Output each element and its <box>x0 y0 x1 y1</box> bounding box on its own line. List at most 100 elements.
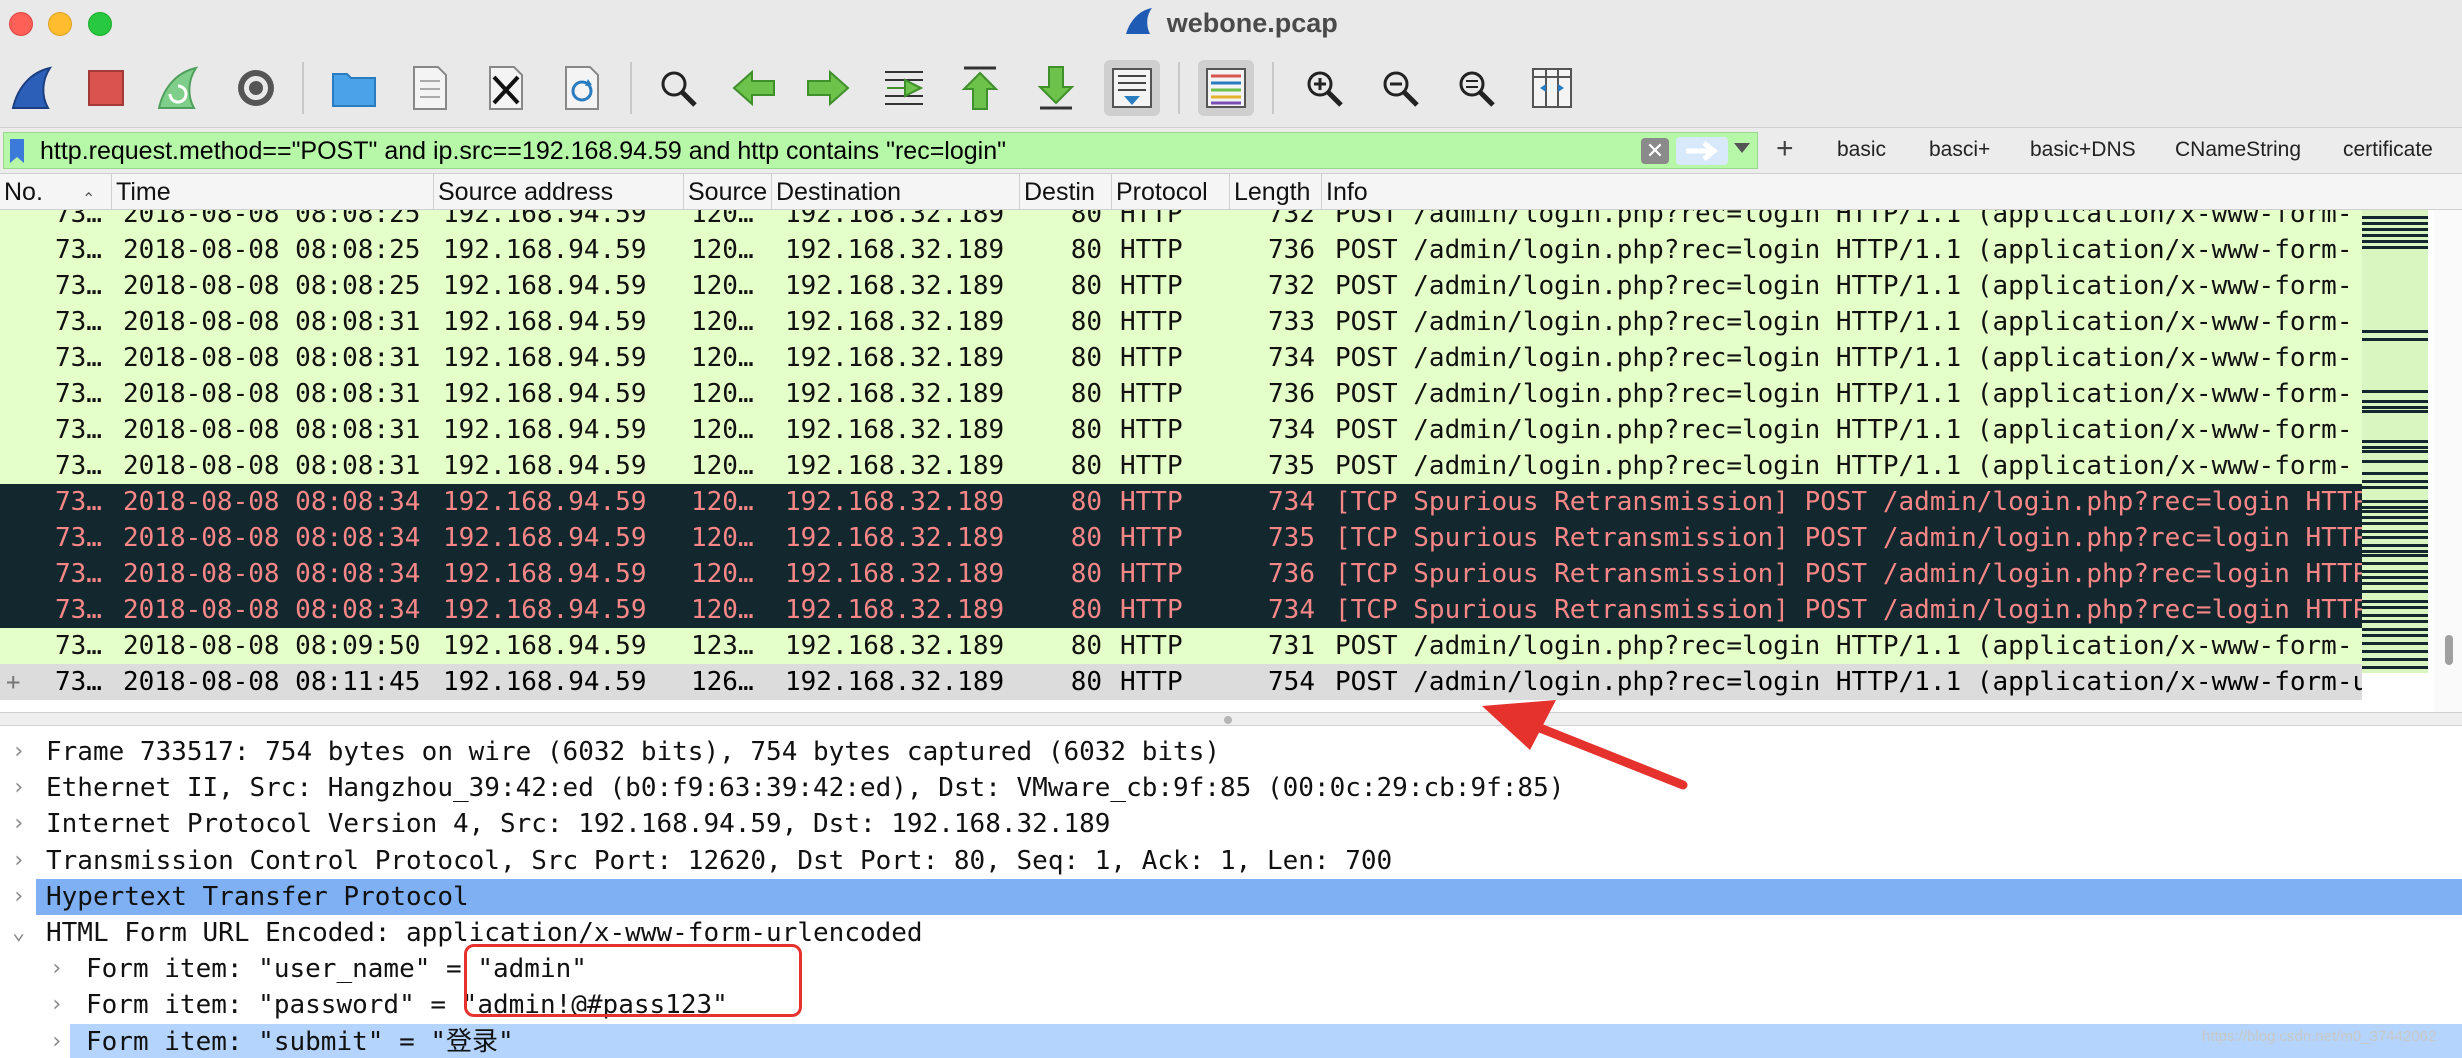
cell-destination: 192.168.32.189 <box>785 667 1005 697</box>
packet-list-header: No. ⌃ Time Source address Source Destinat… <box>0 174 2462 210</box>
chevron-right-icon[interactable]: › <box>50 987 63 1023</box>
chevron-right-icon[interactable]: › <box>12 843 25 879</box>
packet-row[interactable]: 73… 2018-08-08 08:08:25 192.168.94.59 120… 1… <box>0 210 2362 232</box>
cell-info: POST /admin/login.php?rec=login HTTP/1.1… <box>1335 271 2353 301</box>
apply-filter-button[interactable] <box>1676 137 1728 165</box>
column-header-length[interactable]: Length <box>1230 174 1322 210</box>
display-filter-input[interactable]: http.request.method=="POST" and ip.src==… <box>3 132 1758 169</box>
cell-source: 120… <box>691 379 754 409</box>
detail-tree-item[interactable]: › Ethernet II, Src: Hangzhou_39:42:ed (b0… <box>0 770 2462 806</box>
go-forward-button[interactable] <box>800 60 856 116</box>
go-back-button[interactable] <box>726 60 782 116</box>
cell-info: POST /admin/login.php?rec=login HTTP/1.1… <box>1335 210 2353 229</box>
packet-row[interactable]: 73… 2018-08-08 08:08:34 192.168.94.59 120… 1… <box>0 520 2362 556</box>
clear-filter-button[interactable]: ✕ <box>1641 138 1669 164</box>
filter-button-basic[interactable]: basic <box>1837 138 1886 162</box>
find-packet-button[interactable] <box>650 60 706 116</box>
save-file-button[interactable] <box>402 60 458 116</box>
restart-capture-button[interactable] <box>150 60 206 116</box>
packet-row[interactable]: 73… 2018-08-08 08:08:25 192.168.94.59 120… 1… <box>0 268 2362 304</box>
detail-tree-item[interactable]: ⌄ HTML Form URL Encoded: application/x-ww… <box>0 915 2462 951</box>
cell-dest-port: 80 <box>1070 559 1102 589</box>
cell-time: 2018-08-08 08:08:31 <box>123 379 421 409</box>
column-header-time[interactable]: Time <box>112 174 434 210</box>
column-header-protocol[interactable]: Protocol <box>1112 174 1230 210</box>
cell-length: 754 <box>1268 667 1315 697</box>
column-header-dest-port[interactable]: Destin <box>1020 174 1112 210</box>
minimap-marker <box>2362 634 2428 637</box>
packet-row[interactable]: 73… 2018-08-08 08:08:31 192.168.94.59 120… 1… <box>0 448 2362 484</box>
column-header-source[interactable]: Source <box>684 174 772 210</box>
packet-row[interactable]: 73… 2018-08-08 08:08:25 192.168.94.59 120… 1… <box>0 232 2362 268</box>
packet-row[interactable]: 73… 2018-08-08 08:08:31 192.168.94.59 120… 1… <box>0 304 2362 340</box>
cell-protocol: HTTP <box>1120 210 1183 229</box>
go-last-packet-button[interactable] <box>1028 60 1084 116</box>
filter-button-certificate[interactable]: certificate <box>2343 138 2433 162</box>
stop-capture-button[interactable] <box>78 60 134 116</box>
go-to-packet-button[interactable] <box>876 60 932 116</box>
minimap-marker <box>2362 486 2428 489</box>
close-file-button[interactable] <box>478 60 534 116</box>
capture-options-button[interactable] <box>228 60 284 116</box>
detail-tree-item[interactable]: › Frame 733517: 754 bytes on wire (6032 b… <box>0 734 2462 770</box>
zoom-out-button[interactable] <box>1372 60 1428 116</box>
resize-columns-button[interactable] <box>1524 60 1580 116</box>
minimap-marker <box>2362 650 2428 653</box>
minimap-marker <box>2362 246 2428 249</box>
packet-row[interactable]: 73… 2018-08-08 08:08:31 192.168.94.59 120… 1… <box>0 340 2362 376</box>
scrollbar-thumb[interactable] <box>2445 635 2453 665</box>
pane-splitter[interactable] <box>0 712 2462 726</box>
packet-row[interactable]: 73… 2018-08-08 08:08:34 192.168.94.59 120… 1… <box>0 592 2362 628</box>
cell-dest-port: 80 <box>1070 667 1102 697</box>
detail-tree-item[interactable]: › Form item: "user_name" = "admin" <box>0 951 2462 987</box>
column-header-no[interactable]: No. ⌃ <box>0 174 112 210</box>
normal-size-button[interactable] <box>1448 60 1504 116</box>
detail-tree-item[interactable]: › Transmission Control Protocol, Src Port… <box>0 843 2462 879</box>
chevron-right-icon[interactable]: › <box>50 951 63 987</box>
filter-bookmark-icon[interactable] <box>10 139 24 163</box>
autoscroll-button[interactable] <box>1104 60 1160 116</box>
cell-no: 73… <box>55 559 102 589</box>
capture-options-icon <box>238 70 274 106</box>
chevron-right-icon[interactable]: › <box>12 734 25 770</box>
filter-history-dropdown-icon[interactable] <box>1734 143 1750 153</box>
detail-tree-item[interactable]: › Internet Protocol Version 4, Src: 192.1… <box>0 806 2462 842</box>
zoom-in-button[interactable] <box>1296 60 1352 116</box>
packet-row[interactable]: 73… 2018-08-08 08:08:34 192.168.94.59 120… 1… <box>0 556 2362 592</box>
detail-tree-item[interactable]: › Hypertext Transfer Protocol <box>12 878 2462 915</box>
display-filter-expression[interactable]: http.request.method=="POST" and ip.src==… <box>40 137 1006 166</box>
open-file-button[interactable] <box>326 60 382 116</box>
packet-row[interactable]: 73… 2018-08-08 08:08:31 192.168.94.59 120… 1… <box>0 376 2362 412</box>
cell-source: 120… <box>691 559 754 589</box>
splitter-handle[interactable] <box>1224 716 1232 724</box>
reload-file-button[interactable] <box>554 60 610 116</box>
minimap-marker <box>2362 460 2428 463</box>
chevron-right-icon[interactable]: › <box>12 770 25 806</box>
chevron-right-icon[interactable]: › <box>50 1024 63 1058</box>
start-capture-button[interactable] <box>4 60 60 116</box>
column-header-source-address[interactable]: Source address <box>434 174 684 210</box>
chevron-right-icon[interactable]: › <box>12 806 25 842</box>
minimap-marker <box>2362 338 2428 341</box>
packet-row[interactable]: 73… 2018-08-08 08:08:31 192.168.94.59 120… 1… <box>0 412 2362 448</box>
filter-button-basci-plus[interactable]: basci+ <box>1929 138 1990 162</box>
chevron-right-icon[interactable]: › <box>12 879 25 915</box>
go-first-packet-button[interactable] <box>952 60 1008 116</box>
detail-tree-item[interactable]: › Form item: "submit" = "登录" <box>50 1023 2462 1058</box>
filter-button-cnamestring[interactable]: CNameString <box>2175 138 2301 162</box>
add-filter-button[interactable]: + <box>1776 132 1794 166</box>
chevron-down-icon[interactable]: ⌄ <box>12 915 25 951</box>
packet-row[interactable]: 73… 2018-08-08 08:09:50 192.168.94.59 123… 1… <box>0 628 2362 664</box>
packet-row-selected[interactable]: +73… 2018-08-08 08:11:45 192.168.94.59 126…… <box>0 664 2362 700</box>
cell-time: 2018-08-08 08:08:31 <box>123 343 421 373</box>
column-header-info[interactable]: Info <box>1322 174 2462 210</box>
colorize-button[interactable] <box>1198 60 1254 116</box>
column-header-destination[interactable]: Destination <box>772 174 1020 210</box>
packet-list-scrollbar[interactable] <box>2434 210 2462 712</box>
minimap-marker <box>2362 614 2428 617</box>
packet-row[interactable]: 73… 2018-08-08 08:08:34 192.168.94.59 120… 1… <box>0 484 2362 520</box>
wireshark-fin-icon <box>1124 6 1154 41</box>
filter-button-basic-dns[interactable]: basic+DNS <box>2030 138 2136 162</box>
packet-minimap[interactable] <box>2362 210 2428 673</box>
detail-tree-item[interactable]: › Form item: "password" = "admin!@#pass12… <box>0 987 2462 1023</box>
